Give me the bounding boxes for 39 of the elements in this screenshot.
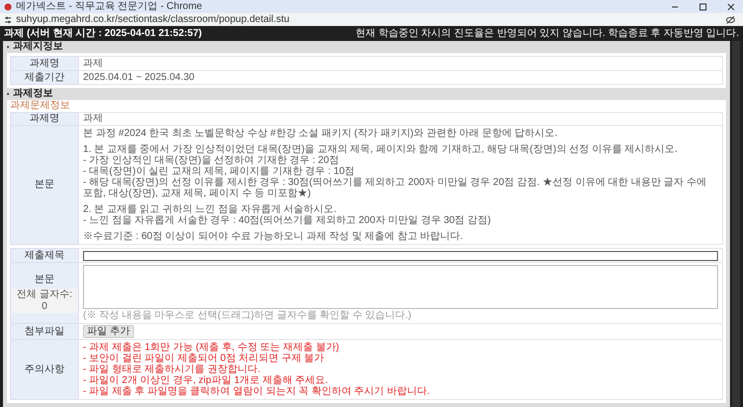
field-label: 첨부파일 [10, 324, 78, 340]
question-text: - 가장 인상적인 대목(장면)을 선정하여 기재한 경우 : 20점 [83, 155, 340, 166]
subsection-heading: 과제문제정보 [10, 100, 71, 112]
field-label: 제출제목 [10, 248, 78, 262]
field-label: 제출기간 [10, 70, 78, 84]
section-heading: 과제지정보 [13, 41, 63, 53]
caution-text: - 파일 형태로 제출하시기를 권장합니다. [83, 364, 262, 375]
question-text: 1. 본 교재를 중에서 가장 인상적이었던 대목(장면)을 교재의 제목, 페이지와 함께 기재하고, 해당 대목(장면)의 선정 이유를 제시하시오. [83, 144, 678, 155]
field-value: 과제 [78, 56, 722, 70]
window-title: 메가넥스트 - 직무교육 전문기업 - Chrome [16, 0, 202, 12]
progress-notice: 현재 학습중인 차시의 진도율은 반영되어 있지 않습니다. 학습종료 후 자동반영 입니다. [356, 28, 739, 40]
question-text: 본 과정 #2024 한국 최초 노벨문학상 수상 #한강 소설 패키지 (작가 패키지)와 관련한 아래 문항에 답하시오. [83, 128, 558, 139]
question-text: 2. 본 교재를 읽고 귀하의 느낀 점을 자유롭게 서술하시오. [83, 204, 338, 215]
caution-text: - 파일 제출 후 파일명을 클릭하여 열람이 되는지 꼭 확인하여 주시기 바랍니다. [83, 386, 431, 397]
field-label: 주의사항 [10, 340, 78, 400]
caution-text: - 과제 제출은 1회만 가능 (제출 후, 수정 또는 재제출 불가) [83, 342, 340, 353]
question-text: ※수료기준 : 60점 이상이 되어야 수료 가능하오니 과제 작성 및 제출에 참고 바랍니다. [83, 231, 464, 242]
section-heading: 과제정보 [13, 88, 53, 100]
caution-text: - 보안이 걸린 파일이 제출되어 0점 처리되면 구제 불가 [83, 353, 326, 364]
field-value: 과제 [78, 112, 722, 126]
site-icon [4, 2, 12, 10]
site-settings-icon[interactable] [4, 16, 12, 24]
close-icon[interactable] [727, 2, 735, 10]
caution-text: - 파일이 2개 이상인 경우, zip파일 1개로 제출해 주세요. [83, 375, 330, 386]
maximize-icon[interactable] [699, 2, 707, 10]
field-value: 2025.04.01 ~ 2025.04.30 [78, 70, 722, 84]
add-file-button[interactable]: 파일 추가 [83, 325, 134, 338]
field-label: 본문 [34, 274, 56, 286]
field-label: 본문 [10, 126, 78, 244]
field-label: 과제명 [10, 112, 78, 126]
eye-slash-icon[interactable] [726, 16, 735, 24]
page-title: 과제 (서버 현재 시간 : 2025-04-01 21:52:57) [4, 28, 202, 40]
character-count: 전체 글자수: 0 [11, 288, 78, 312]
field-label: 과제명 [10, 56, 78, 70]
question-text: - 대목(장면)이 실린 교재의 제목, 페이지를 기재한 경우 : 10점 [83, 166, 356, 177]
title-input[interactable] [83, 250, 718, 260]
question-text: - 느낀 점을 자유롭게 서술한 경우 : 40점(띄어쓰기를 제외하고 200자 미만일 경우 30점 감점) [83, 215, 492, 226]
hint-text: (※ 작성 내용을 마우스로 선택(드래그)하면 글자수를 확인할 수 있습니다.) [83, 310, 412, 321]
question-text: - 해당 대목(장면)의 선정 이유를 제시한 경우 : 30점(띄어쓰기를 제외하고 200자 미만일 경우 20점 감점. ★선정 이유에 대한 내용만 글자 수에 포함, 대상(장면), 교재 제목, 페이지 수 등 미포함★) [83, 177, 708, 199]
